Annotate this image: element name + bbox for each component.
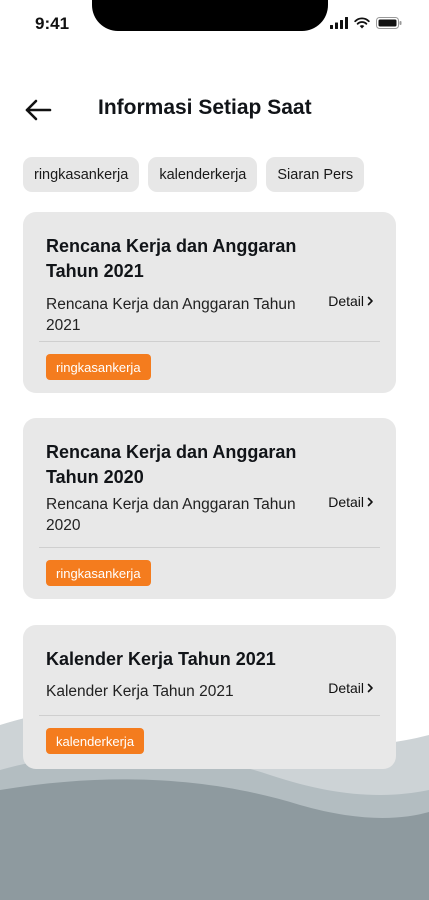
card-description: Kalender Kerja Tahun 2021 [46,683,234,700]
category-tag: ringkasankerja [46,354,151,380]
page-title: Informasi Setiap Saat [98,96,312,119]
detail-link[interactable]: Detail [328,680,374,696]
chevron-right-icon [367,497,373,507]
card-title: Rencana Kerja dan Anggaran Tahun 2021 [46,236,297,281]
filter-chip-siaran-pers[interactable]: Siaran Pers [266,157,365,192]
category-tag: ringkasankerja [46,560,151,586]
filter-chip-ringkasankerja[interactable]: ringkasankerja [23,157,140,192]
screen: 9:41 Informasi Setiap Saat ringkasankerj… [0,0,429,900]
card-divider [39,547,380,548]
status-bar: 9:41 [0,0,429,50]
info-card[interactable]: Rencana Kerja dan Anggaran Tahun 2020 Re… [23,418,396,599]
filter-chip-kalenderkerja[interactable]: kalenderkerja [148,157,258,192]
status-time: 9:41 [35,14,70,33]
card-description: Rencana Kerja dan Anggaran Tahun 2021 [46,296,296,334]
device-notch [92,0,328,31]
detail-label: Detail [328,293,364,309]
card-divider [39,715,380,716]
detail-link[interactable]: Detail [328,494,374,510]
info-card[interactable]: Kalender Kerja Tahun 2021 Kalender Kerja… [23,625,396,769]
back-button[interactable] [20,94,56,126]
battery-icon [376,17,402,29]
card-divider [39,341,380,342]
detail-label: Detail [328,494,364,510]
detail-label: Detail [328,680,364,696]
detail-link[interactable]: Detail [328,293,374,309]
card-title: Kalender Kerja Tahun 2021 [46,649,276,669]
signal-icon [330,17,348,29]
info-card[interactable]: Rencana Kerja dan Anggaran Tahun 2021 Re… [23,212,396,393]
category-tag: kalenderkerja [46,728,145,754]
card-description: Rencana Kerja dan Anggaran Tahun 2020 [46,496,296,534]
back-arrow-icon [25,99,52,121]
filter-chip-row: ringkasankerja kalenderkerja Siaran Pers [23,157,365,192]
chevron-right-icon [367,683,373,693]
card-title: Rencana Kerja dan Anggaran Tahun 2020 [46,442,297,487]
chevron-right-icon [367,296,373,306]
status-icons [330,17,402,29]
wifi-icon [354,17,370,29]
header: Informasi Setiap Saat [0,88,429,132]
